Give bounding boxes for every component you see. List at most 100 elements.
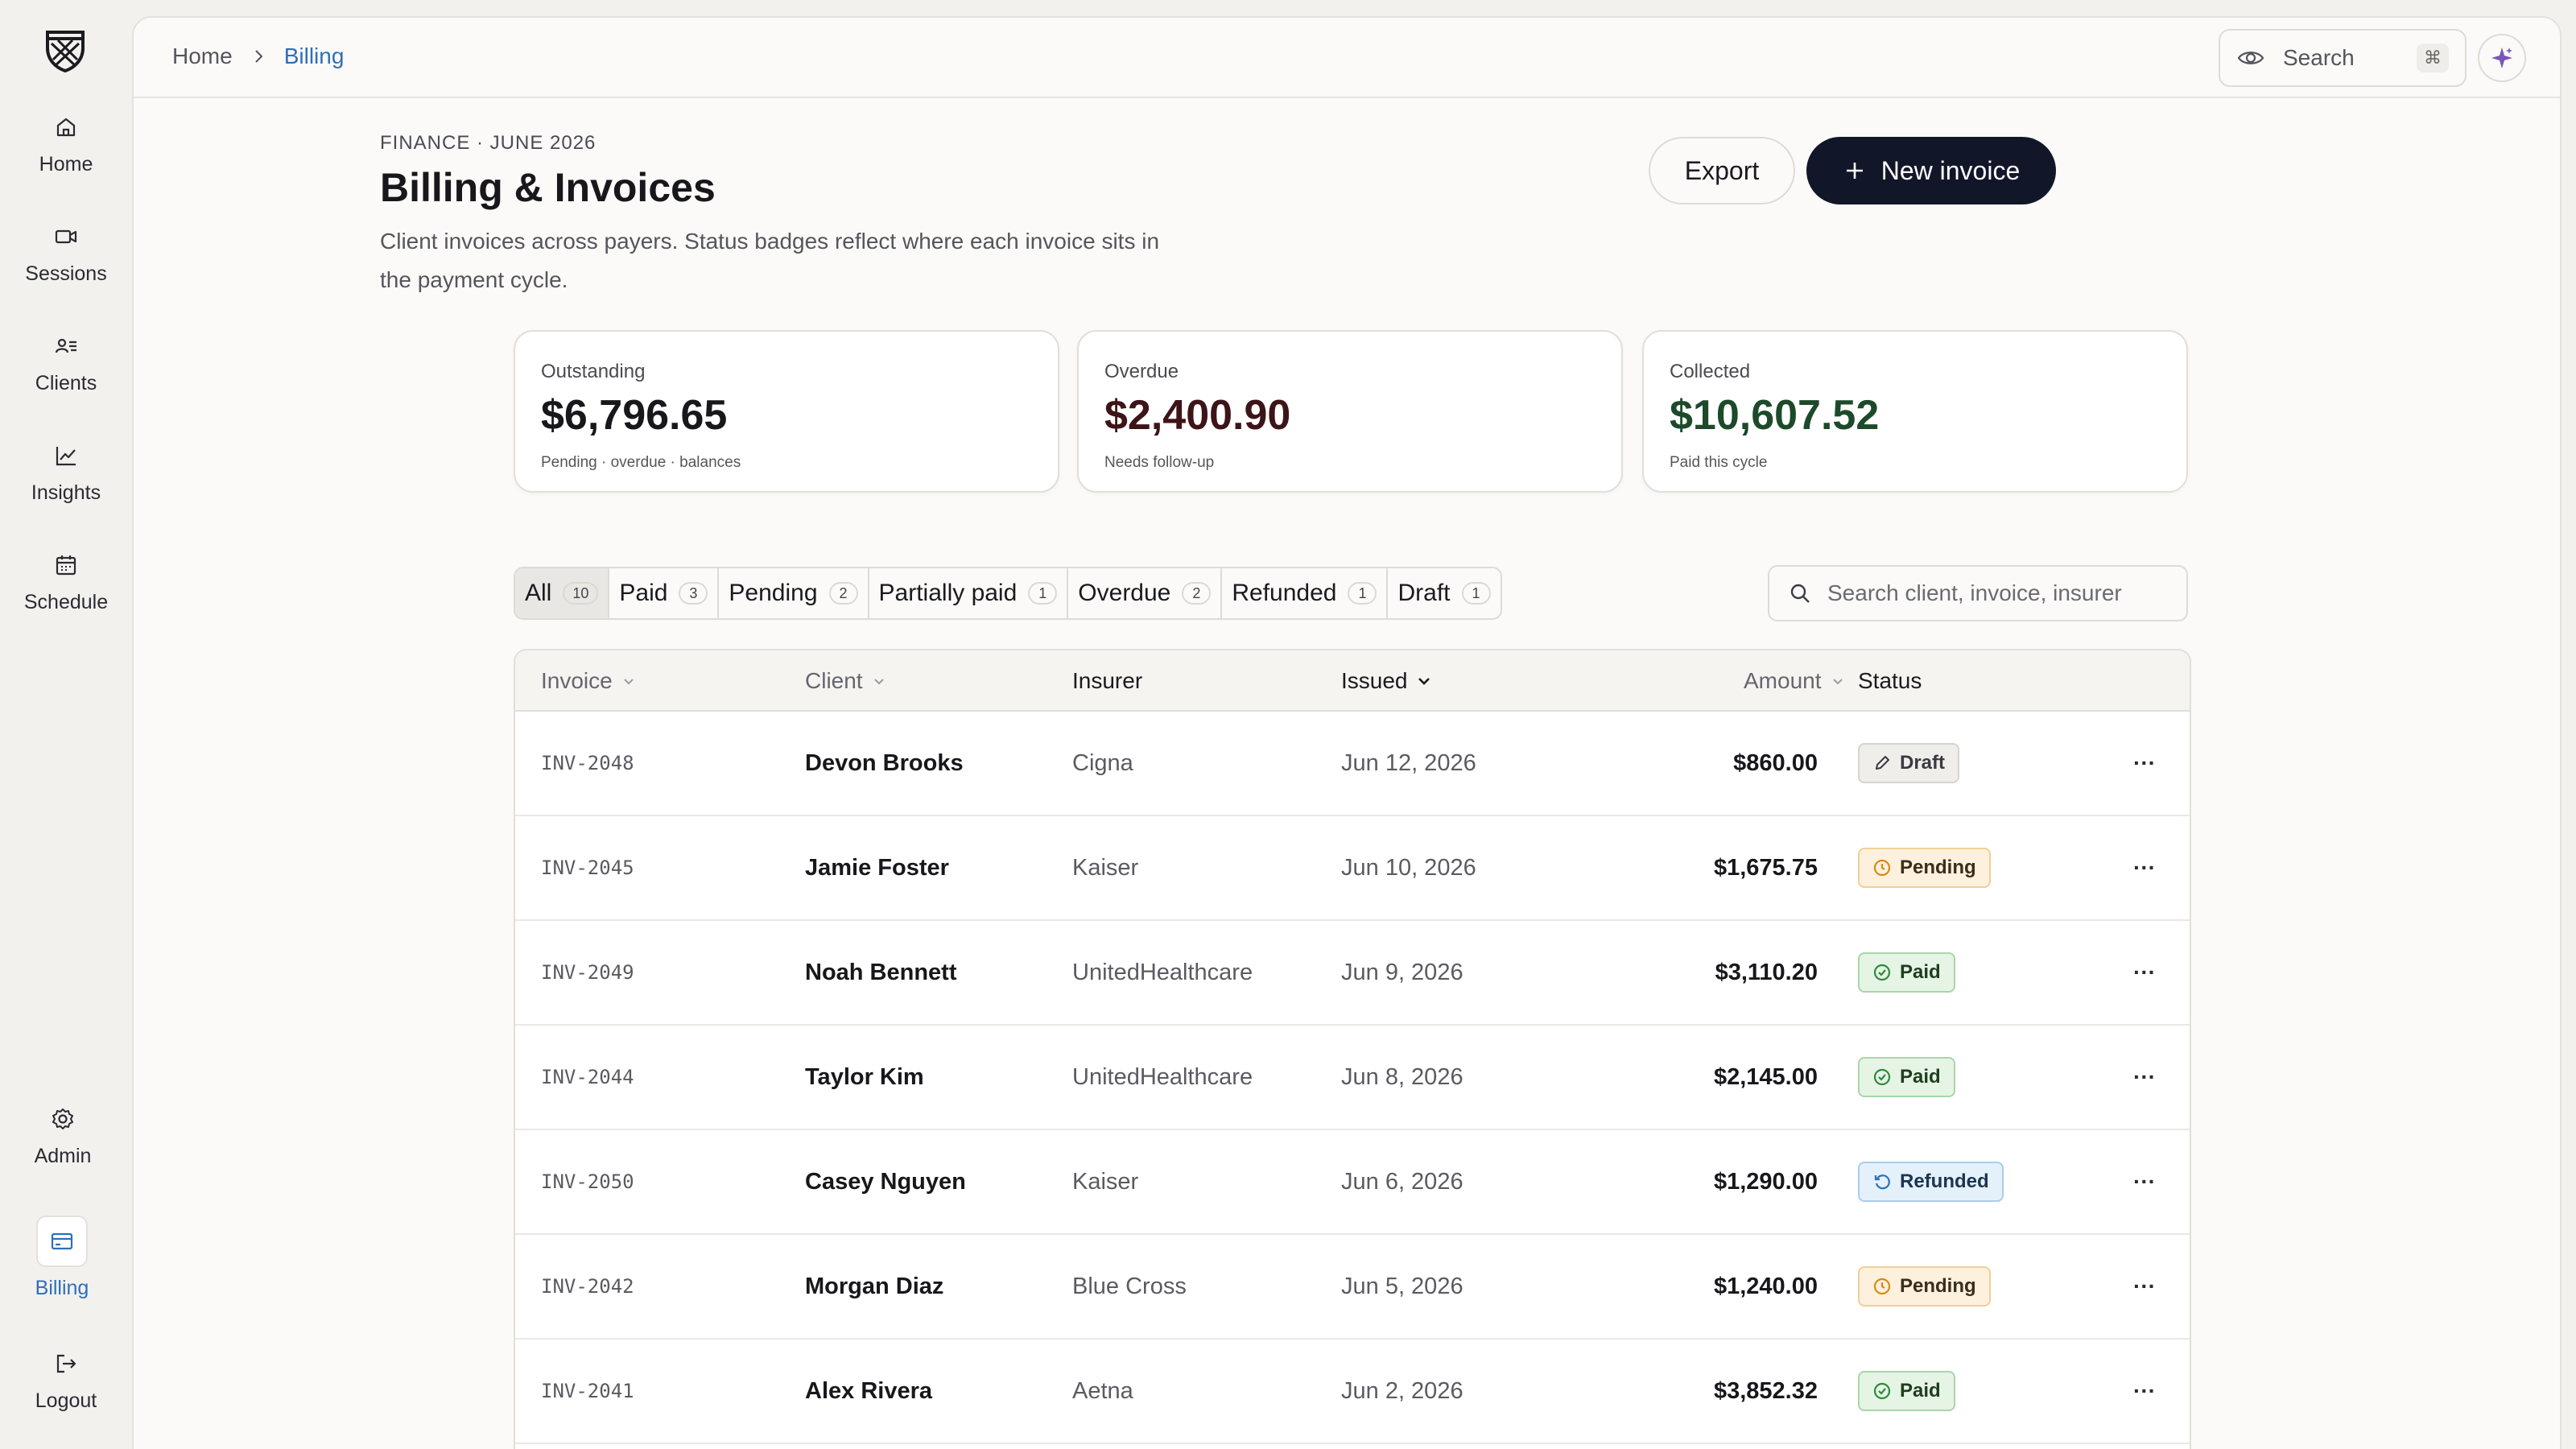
chevron-down-icon	[873, 679, 884, 685]
ai-assistant-button[interactable]	[2478, 34, 2526, 82]
table-row[interactable]: INV-2041 Alex Rivera Aetna Jun 2, 2026 $…	[515, 1340, 2190, 1444]
filter-count: 1	[1461, 582, 1491, 605]
filter-tab-all[interactable]: All 10	[515, 568, 610, 618]
row-more-button[interactable]: ···	[2128, 921, 2161, 1024]
client-name: Casey Nguyen	[805, 1168, 966, 1195]
column-label: Amount	[1744, 668, 1822, 693]
column-header-client[interactable]: Client	[805, 668, 887, 694]
invoice-number[interactable]: INV-2048	[541, 712, 634, 815]
issued-date: Jun 12, 2026	[1341, 749, 1476, 776]
table-search-input[interactable]: Search client, invoice, insurer	[1768, 565, 2188, 621]
shield-logo-icon[interactable]	[42, 27, 89, 74]
export-button[interactable]: Export	[1649, 137, 1795, 204]
invoice-amount: $1,290.00	[1713, 1168, 1818, 1195]
sidebar-item-label: Billing	[35, 1277, 89, 1299]
status-cell: Pending	[1858, 1235, 1991, 1338]
table-row[interactable]: INV-2045 Jamie Foster Kaiser Jun 10, 202…	[515, 816, 2190, 921]
filter-count: 1	[1028, 582, 1058, 605]
sidebar-item-schedule[interactable]: Schedule	[0, 551, 132, 614]
column-label: Invoice	[541, 668, 613, 693]
sidebar-item-logout[interactable]: Logout	[0, 1349, 132, 1413]
page-subtitle: Client invoices across payers. Status ba…	[380, 229, 1160, 292]
invoice-number[interactable]: INV-2044	[541, 1026, 634, 1129]
invoice-amount: $3,852.32	[1713, 1377, 1818, 1404]
table-row[interactable]: INV-2044 Taylor Kim UnitedHealthcare Jun…	[515, 1026, 2190, 1130]
row-more-button[interactable]: ···	[2128, 1026, 2161, 1129]
row-more-button[interactable]: ···	[2128, 1130, 2161, 1233]
stat-label: Overdue	[1104, 361, 1179, 382]
page-title: Billing & Invoices	[380, 165, 716, 210]
status-label: Refunded	[1900, 1170, 1989, 1192]
status-badge: Draft	[1858, 743, 1960, 783]
filter-label: Draft	[1397, 580, 1451, 606]
table-row[interactable]: INV-2048 Devon Brooks Cigna Jun 12, 2026…	[515, 712, 2190, 816]
chevron-down-icon	[1832, 679, 1843, 685]
stat-card-collected: Collected $10,607.52 Paid this cycle	[1642, 330, 2188, 493]
invoice-number[interactable]: INV-2045	[541, 816, 634, 919]
sidebar-item-home[interactable]: Home	[0, 113, 132, 176]
invoices-table: Invoice Client Insurer Issued Amount Sta…	[514, 649, 2191, 1449]
status-cell: Paid	[1858, 1340, 1955, 1443]
sidebar-item-insights[interactable]: Insights	[0, 441, 132, 505]
sparkle-icon	[2491, 47, 2512, 68]
stat-note: Paid this cycle	[1670, 454, 1768, 471]
client-name: Noah Bennett	[805, 959, 957, 985]
sidebar-item-clients[interactable]: Clients	[0, 332, 132, 395]
stat-note: Pending · overdue · balances	[541, 454, 741, 471]
filter-tab-refunded[interactable]: Refunded 1	[1222, 568, 1389, 618]
credit-card-icon	[36, 1216, 88, 1267]
calendar-icon	[52, 551, 80, 580]
status-label: Paid	[1900, 1066, 1941, 1088]
invoice-number[interactable]: INV-2050	[541, 1130, 634, 1233]
pencil-icon	[1876, 756, 1889, 770]
table-row[interactable]: INV-2050 Casey Nguyen Kaiser Jun 6, 2026…	[515, 1130, 2190, 1235]
invoice-number[interactable]: INV-2049	[541, 921, 634, 1024]
search-label: Search	[2283, 45, 2355, 70]
issued-date: Jun 9, 2026	[1341, 959, 1463, 985]
clock-icon	[1873, 1278, 1891, 1295]
status-label: Paid	[1900, 961, 1941, 983]
table-search-placeholder: Search client, invoice, insurer	[1827, 580, 2122, 605]
status-label: Draft	[1900, 752, 1946, 774]
column-header-issued[interactable]: Issued	[1341, 668, 1432, 694]
client-name: Alex Rivera	[805, 1377, 932, 1404]
column-label: Status	[1858, 668, 1922, 693]
status-label: Pending	[1900, 1275, 1976, 1297]
filter-tab-paid[interactable]: Paid 3	[609, 568, 720, 618]
stat-note: Needs follow-up	[1104, 454, 1215, 471]
status-label: Pending	[1900, 857, 1976, 878]
filter-tab-pending[interactable]: Pending 2	[719, 568, 869, 618]
status-badge: Paid	[1858, 952, 1955, 993]
row-more-button[interactable]: ···	[2128, 1235, 2161, 1338]
filter-count: 2	[828, 582, 858, 605]
sidebar-item-sessions[interactable]: Sessions	[0, 222, 132, 286]
status-label: Paid	[1900, 1380, 1941, 1402]
filter-tab-partially-paid[interactable]: Partially paid 1	[869, 568, 1069, 618]
chevron-down-icon	[1418, 678, 1430, 685]
stat-card-outstanding: Outstanding $6,796.65 Pending · overdue …	[514, 330, 1059, 493]
new-invoice-button[interactable]: New invoice	[1806, 137, 2056, 204]
row-more-button[interactable]: ···	[2128, 816, 2161, 919]
status-cell: Pending	[1858, 816, 1991, 919]
global-search[interactable]: Search ⌘	[2219, 29, 2467, 87]
invoice-number[interactable]: INV-2041	[541, 1340, 634, 1443]
status-cell: Draft	[1858, 712, 1960, 815]
table-row[interactable]: INV-2049 Noah Bennett UnitedHealthcare J…	[515, 921, 2190, 1026]
column-header-invoice[interactable]: Invoice	[541, 668, 637, 694]
sidebar-item-billing[interactable]: Billing	[0, 1216, 124, 1300]
table-row[interactable]: INV-2042 Morgan Diaz Blue Cross Jun 5, 2…	[515, 1235, 2190, 1340]
check-circle-icon	[1873, 964, 1891, 981]
row-more-button[interactable]: ···	[2128, 1340, 2161, 1443]
page-eyebrow: FINANCE · JUNE 2026	[380, 132, 597, 154]
filter-tab-overdue[interactable]: Overdue 2	[1068, 568, 1223, 618]
filter-tab-draft[interactable]: Draft 1	[1388, 568, 1500, 618]
breadcrumb-home[interactable]: Home	[172, 43, 233, 69]
invoice-amount: $1,675.75	[1713, 854, 1818, 881]
sidebar-item-admin[interactable]: Admin	[0, 1104, 126, 1168]
row-more-button[interactable]: ···	[2128, 712, 2161, 815]
invoice-number[interactable]: INV-2042	[541, 1235, 634, 1338]
breadcrumb-current[interactable]: Billing	[284, 43, 345, 69]
column-header-amount[interactable]: Amount	[1744, 668, 1846, 694]
sidebar-item-label: Sessions	[25, 262, 107, 285]
insurer-name: Cigna	[1072, 749, 1133, 776]
